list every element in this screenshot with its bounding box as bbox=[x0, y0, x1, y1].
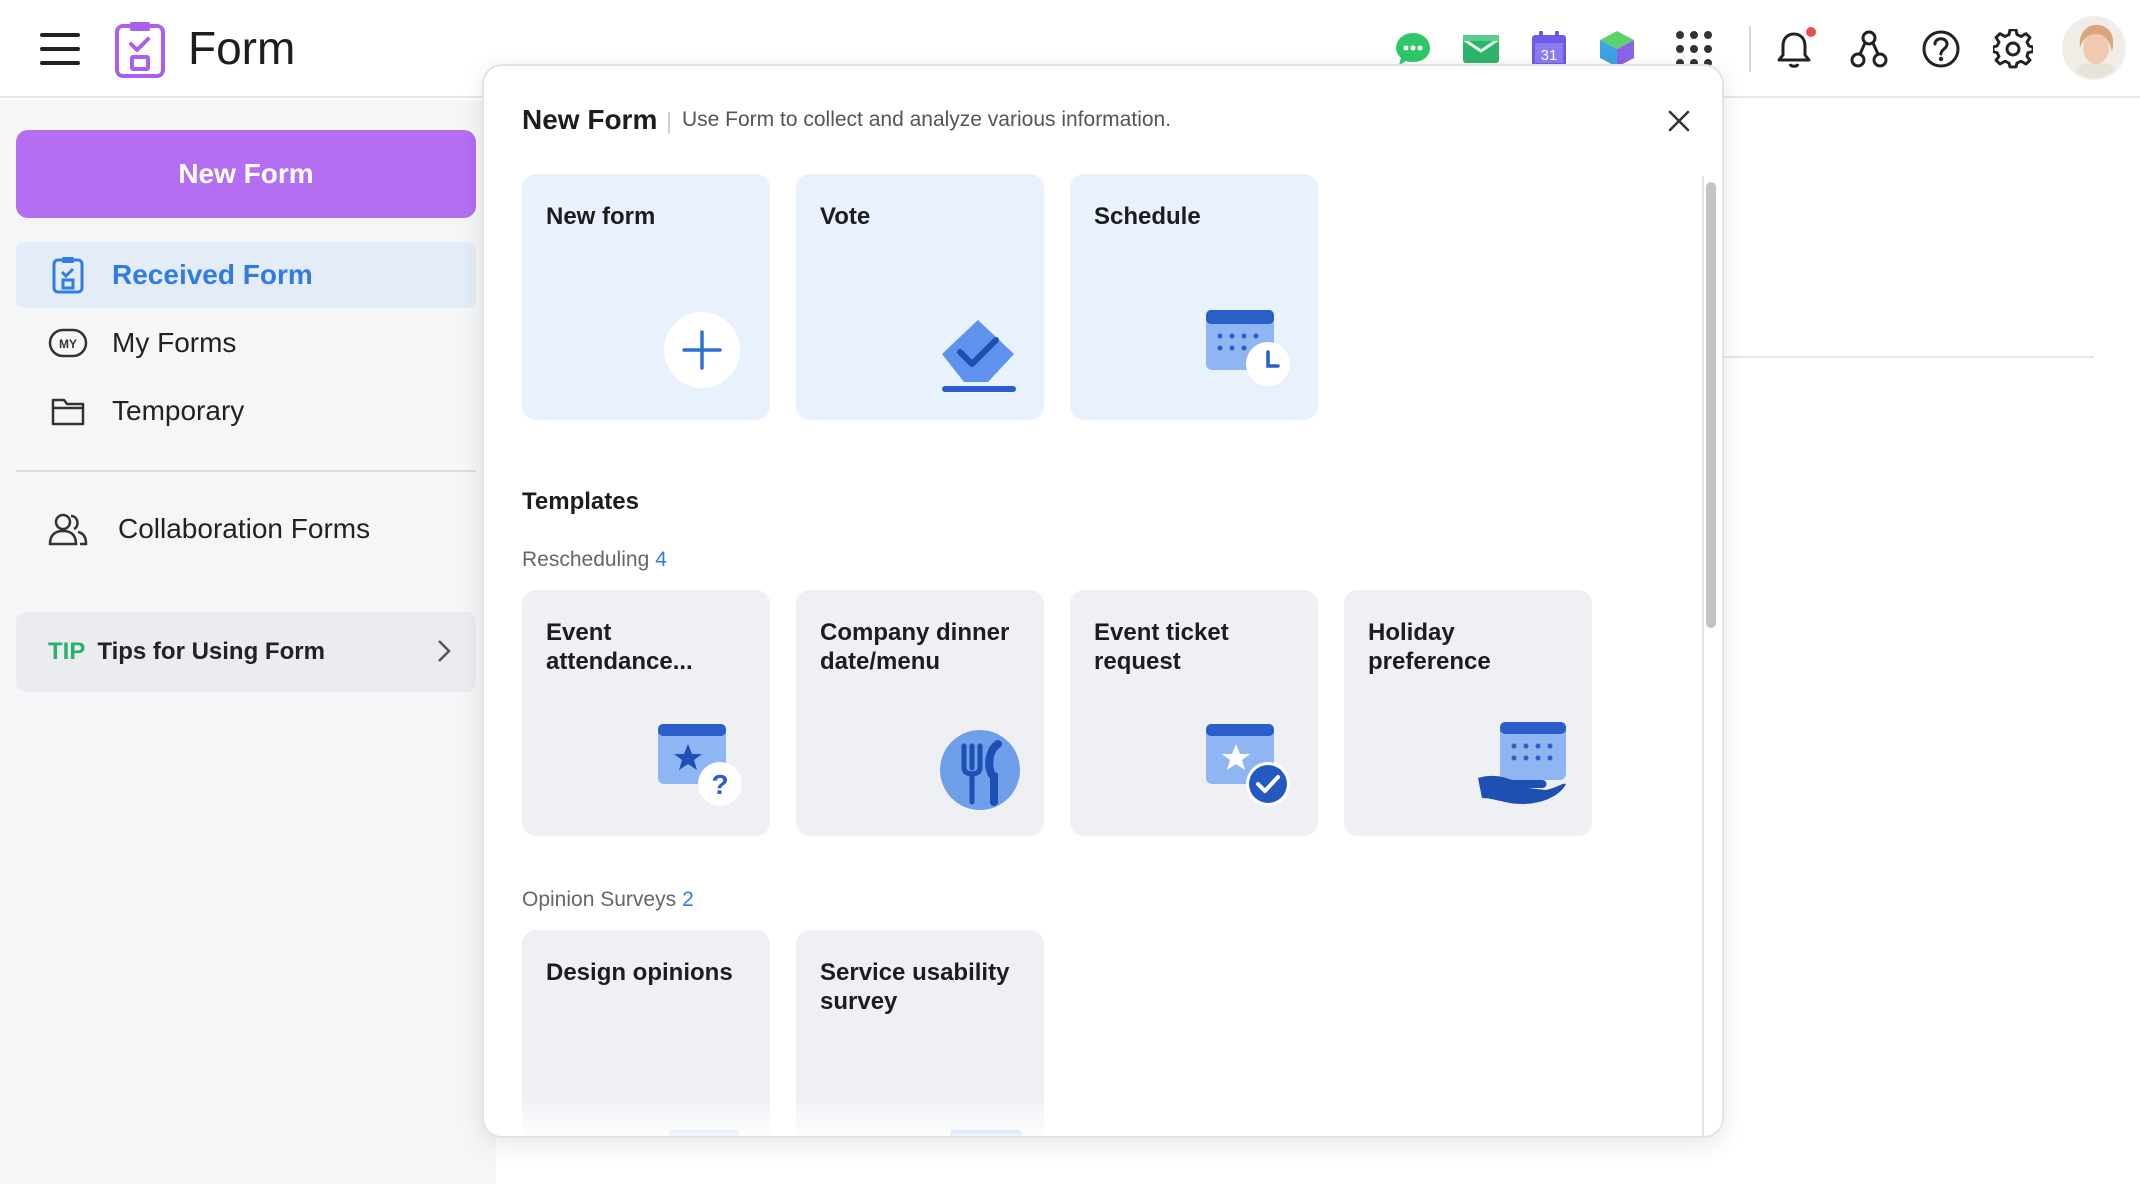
clipboard-icon bbox=[46, 253, 90, 297]
scrollbar-thumb[interactable] bbox=[1706, 182, 1716, 628]
svg-text:?: ? bbox=[711, 769, 728, 800]
templates-title: Templates bbox=[522, 488, 639, 515]
vote-card[interactable]: Vote bbox=[796, 174, 1044, 420]
modal-scrollbar[interactable] bbox=[1702, 176, 1716, 1136]
tips-banner[interactable]: TIP Tips for Using Form bbox=[16, 612, 476, 692]
new-form-modal: New Form Use Form to collect and analyze… bbox=[482, 64, 1724, 1138]
design-shapes-icon bbox=[654, 1120, 750, 1136]
card-label: Holiday preference bbox=[1368, 619, 1491, 675]
modal-title-separator bbox=[668, 112, 670, 134]
category-count: 2 bbox=[682, 888, 694, 911]
tip-tag: TIP bbox=[48, 638, 86, 665]
tip-text: Tips for Using Form bbox=[97, 638, 325, 665]
my-badge-text: MY bbox=[59, 337, 77, 351]
background-divider bbox=[1720, 356, 2094, 358]
calendar-star-question-icon: ? bbox=[654, 718, 750, 814]
help-icon[interactable] bbox=[1916, 24, 1966, 74]
sidebar-divider bbox=[16, 470, 476, 472]
card-label: New form bbox=[546, 203, 656, 230]
template-card-design-opinions[interactable]: Design opinions bbox=[522, 930, 770, 1136]
user-avatar[interactable] bbox=[2062, 16, 2126, 80]
my-badge-icon: MY bbox=[46, 321, 90, 365]
sidebar-item-collaboration-forms[interactable]: Collaboration Forms bbox=[16, 496, 476, 562]
vote-check-icon bbox=[928, 302, 1024, 398]
category-rescheduling: Rescheduling 4 bbox=[522, 548, 667, 572]
plus-icon bbox=[654, 302, 750, 398]
template-card-service-usability[interactable]: Service usability survey bbox=[796, 930, 1044, 1136]
sidebar-item-label: Collaboration Forms bbox=[118, 513, 371, 544]
schedule-card[interactable]: Schedule bbox=[1070, 174, 1318, 420]
sidebar-item-label: My Forms bbox=[112, 327, 237, 358]
card-label: Vote bbox=[820, 203, 871, 230]
category-name: Rescheduling bbox=[522, 548, 650, 571]
sidebar-item-label: Temporary bbox=[112, 395, 245, 426]
devices-icon bbox=[928, 1120, 1024, 1136]
form-logo-icon bbox=[114, 20, 166, 83]
fork-knife-icon bbox=[928, 718, 1024, 814]
calendar-clock-icon bbox=[1202, 302, 1298, 398]
template-card-company-dinner[interactable]: Company dinner date/menu bbox=[796, 590, 1044, 836]
sidebar-item-my-forms[interactable]: MY My Forms bbox=[16, 310, 476, 376]
new-form-card[interactable]: New form bbox=[522, 174, 770, 420]
calendar-hand-icon bbox=[1476, 718, 1572, 814]
header-divider bbox=[1749, 26, 1751, 72]
new-form-button[interactable]: New Form bbox=[16, 130, 476, 218]
hamburger-icon[interactable] bbox=[40, 33, 80, 65]
people-icon bbox=[46, 507, 90, 551]
template-card-event-attendance[interactable]: Event attendance... ? bbox=[522, 590, 770, 836]
template-card-holiday-preference[interactable]: Holiday preference bbox=[1344, 590, 1592, 836]
category-opinion-surveys: Opinion Surveys 2 bbox=[522, 888, 694, 912]
calendar-star-check-icon bbox=[1202, 718, 1298, 814]
close-icon[interactable] bbox=[1662, 104, 1696, 138]
category-count: 4 bbox=[655, 548, 667, 571]
card-label: Service usability survey bbox=[820, 959, 1010, 1015]
modal-title: New Form bbox=[522, 104, 658, 135]
org-chart-icon[interactable] bbox=[1844, 24, 1894, 74]
gear-icon[interactable] bbox=[1988, 24, 2038, 74]
sidebar-item-temporary[interactable]: Temporary bbox=[16, 378, 476, 444]
card-label: Event attendance... bbox=[546, 619, 693, 675]
app-title: Form bbox=[188, 22, 296, 74]
modal-subtitle: Use Form to collect and analyze various … bbox=[682, 108, 1172, 131]
chevron-right-icon bbox=[436, 638, 452, 669]
sidebar: New Form Received Form MY My Forms Tempo… bbox=[0, 100, 496, 1184]
card-label: Design opinions bbox=[546, 959, 733, 986]
sidebar-item-label: Received Form bbox=[112, 259, 313, 290]
card-label: Event ticket request bbox=[1094, 619, 1229, 675]
sidebar-item-received-form[interactable]: Received Form bbox=[16, 242, 476, 308]
card-label: Company dinner date/menu bbox=[820, 619, 1010, 675]
folder-icon bbox=[46, 389, 90, 433]
bell-icon[interactable] bbox=[1771, 24, 1821, 74]
template-card-event-ticket[interactable]: Event ticket request bbox=[1070, 590, 1318, 836]
category-name: Opinion Surveys bbox=[522, 888, 677, 911]
calendar-day: 31 bbox=[1541, 47, 1558, 64]
card-label: Schedule bbox=[1094, 203, 1201, 230]
